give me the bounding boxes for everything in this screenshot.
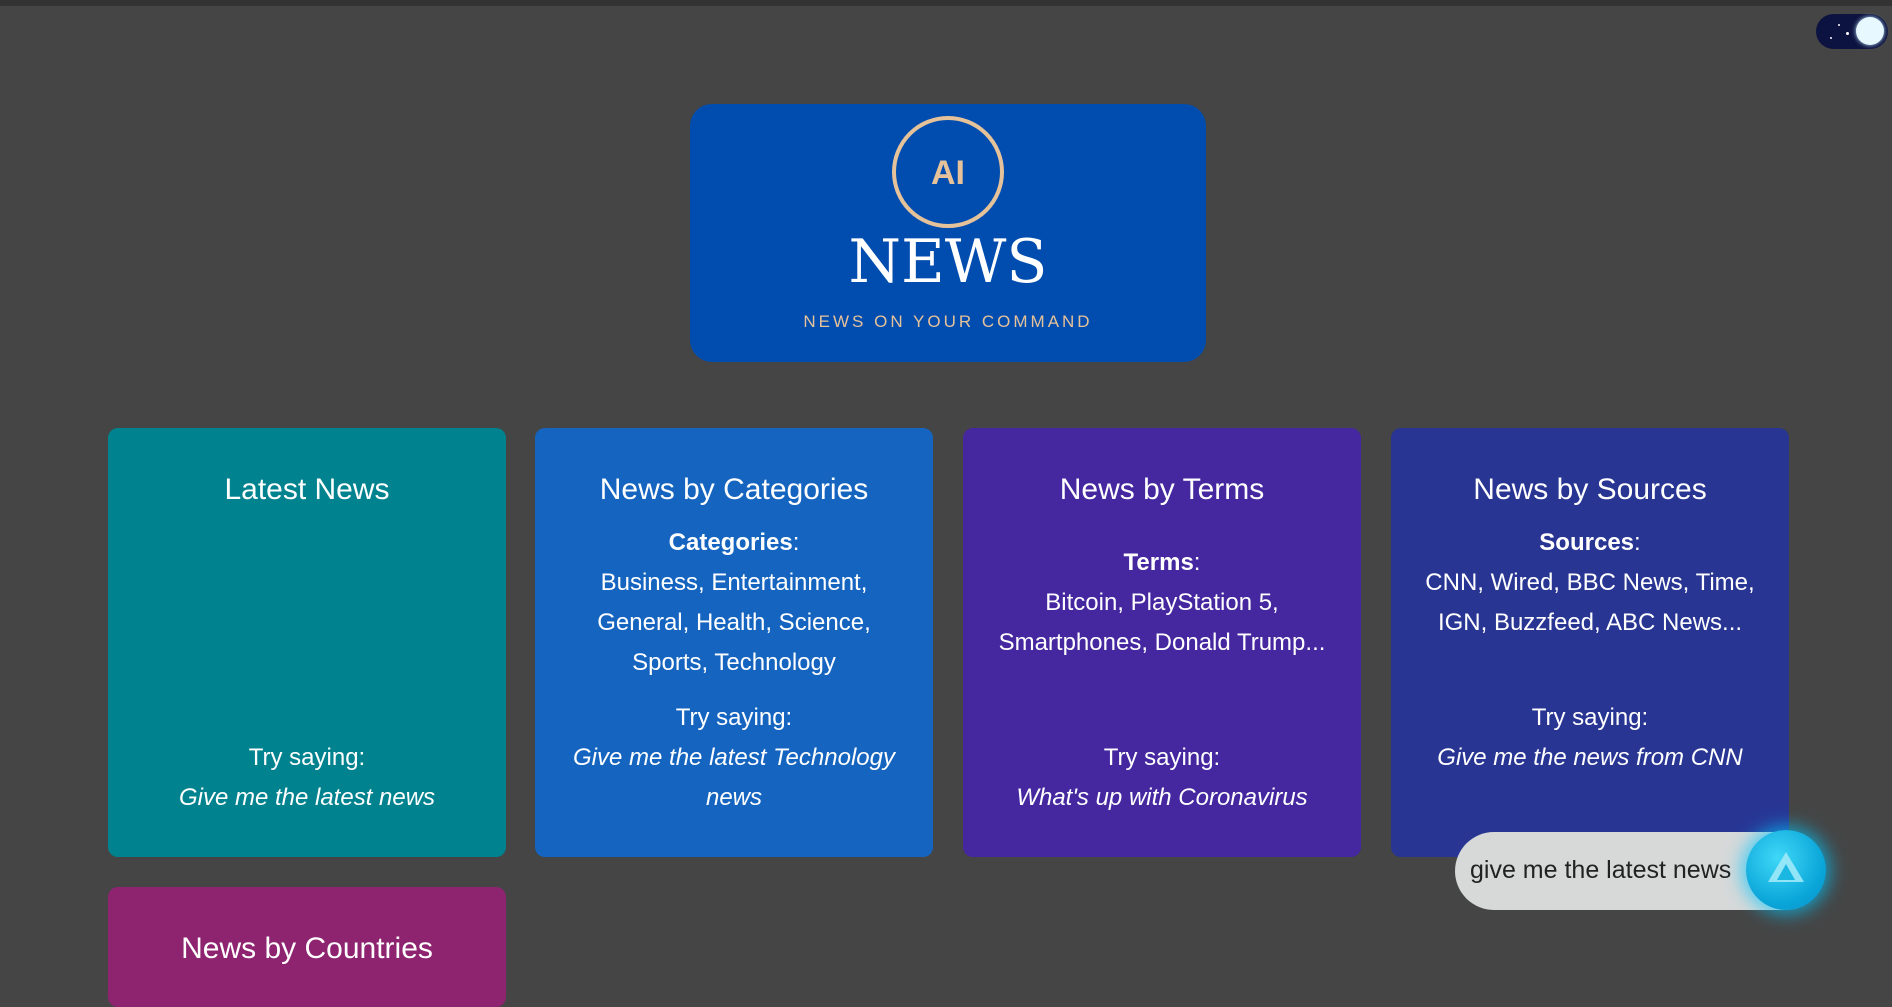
info-label: Terms: [1123, 549, 1194, 576]
card-title: Latest News: [224, 473, 390, 506]
logo-tagline: NEWS ON YOUR COMMAND: [803, 312, 1093, 331]
voice-transcript: give me the latest news: [1470, 856, 1732, 884]
info-text: CNN, Wired, BBC News, Time, IGN, Buzzfee…: [1425, 569, 1755, 636]
try-saying-example: Give me the latest Technology news: [573, 744, 895, 811]
browser-top-edge: [0, 0, 1892, 6]
try-saying-label: Try saying:: [1531, 704, 1649, 731]
star-icon: [1830, 37, 1832, 39]
card-news-by-categories[interactable]: News by Categories Categories: Business,…: [535, 428, 933, 857]
card-title: News by Terms: [1059, 473, 1265, 506]
voice-assistant-button[interactable]: [1746, 830, 1826, 910]
card-info: Terms: Bitcoin, PlayStation 5, Smartphon…: [998, 549, 1326, 656]
star-icon: [1838, 24, 1840, 26]
info-text: Business, Entertainment, General, Health…: [597, 569, 871, 676]
card-news-by-sources[interactable]: News by Sources Sources: CNN, Wired, BBC…: [1391, 428, 1789, 857]
try-saying-example: What's up with Coronavirus: [1016, 784, 1308, 811]
try-saying-example: Give me the latest news: [178, 784, 436, 811]
try-saying: Try saying: Give me the latest news: [128, 738, 486, 818]
star-icon: [1846, 32, 1849, 35]
try-saying-label: Try saying:: [248, 744, 366, 771]
info-label: Sources: [1539, 529, 1635, 556]
theme-toggle[interactable]: [1816, 14, 1888, 49]
info-text: Bitcoin, PlayStation 5, Smartphones, Don…: [998, 589, 1326, 656]
try-saying: Try saying: What's up with Coronavirus: [983, 738, 1341, 818]
card-info: Sources: CNN, Wired, BBC News, Time, IGN…: [1425, 529, 1755, 636]
logo-badge: AI: [931, 154, 965, 192]
alan-assistant-icon: [1768, 852, 1804, 882]
logo-title: NEWS: [848, 227, 1048, 297]
card-news-by-terms[interactable]: News by Terms Terms: Bitcoin, PlayStatio…: [963, 428, 1361, 857]
toggle-knob: [1856, 17, 1884, 45]
card-info: Categories: Business, Entertainment, Gen…: [597, 529, 871, 676]
card-news-by-countries[interactable]: News by Countries: [108, 887, 506, 1007]
try-saying-label: Try saying:: [1103, 744, 1221, 771]
try-saying-example: Give me the news from CNN: [1437, 744, 1743, 771]
card-title: News by Sources: [1473, 473, 1707, 506]
card-latest-news[interactable]: Latest News Try saying: Give me the late…: [108, 428, 506, 857]
info-label: Categories: [668, 529, 793, 556]
app-logo: AI NEWS NEWS ON YOUR COMMAND: [690, 104, 1206, 362]
try-saying: Try saying: Give me the latest Technolog…: [555, 698, 913, 818]
try-saying: Try saying: Give me the news from CNN: [1411, 698, 1769, 778]
card-title: News by Countries: [181, 932, 433, 965]
card-title: News by Categories: [599, 473, 869, 506]
try-saying-label: Try saying:: [675, 704, 793, 731]
